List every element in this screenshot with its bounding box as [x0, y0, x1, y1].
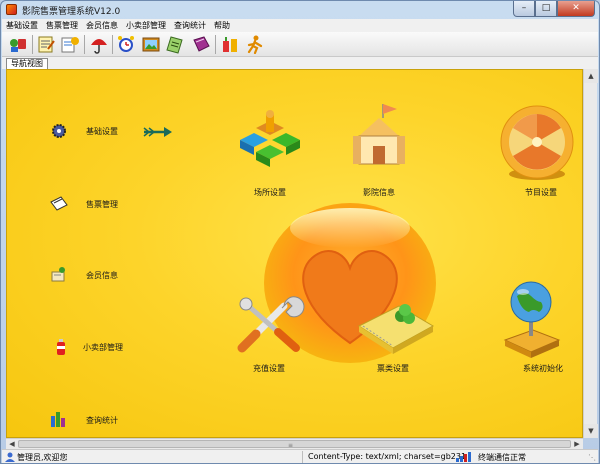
menu-bar: 基础设置 售票管理 会员信息 小卖部管理 查询统计 帮助 — [2, 19, 598, 32]
alarm-clock-icon[interactable] — [116, 35, 136, 54]
program-disc-icon — [500, 105, 574, 180]
window-controls: – □ ✕ — [513, 1, 595, 17]
close-button[interactable]: ✕ — [557, 1, 595, 17]
tools-icon — [237, 296, 305, 353]
sidebar-item-label: 查询统计 — [86, 416, 118, 425]
app-window: 影院售票管理系统V12.0 – □ ✕ 基础设置 售票管理 会员信息 小卖部管理… — [0, 0, 600, 464]
ticket-icon — [50, 196, 68, 211]
menu-help[interactable]: 帮助 — [210, 19, 234, 32]
title-bar: 影院售票管理系统V12.0 – □ ✕ — [1, 1, 599, 19]
toolbar-separator — [32, 35, 33, 54]
sidebar-item-label: 会员信息 — [86, 271, 118, 280]
gear-icon — [52, 124, 66, 138]
bar-chart-icon — [51, 412, 65, 427]
scroll-down-arrow[interactable]: ▼ — [584, 424, 598, 438]
window-title: 影院售票管理系统V12.0 — [22, 7, 121, 17]
cinema-building-icon — [353, 104, 405, 165]
sidebar-item-label: 小卖部管理 — [83, 343, 123, 352]
tile-label: 场所设置 — [254, 188, 286, 197]
globe-icon — [503, 281, 561, 358]
toolbar-separator — [215, 35, 216, 54]
user-icon — [5, 452, 15, 462]
horizontal-scrollbar[interactable]: ◀ ≡ ▶ — [6, 438, 583, 449]
report-icon[interactable] — [60, 35, 80, 54]
tile-label: 票类设置 — [377, 364, 409, 373]
toolbar-separator — [84, 35, 85, 54]
members-icon — [51, 267, 65, 282]
venue-blocks-icon — [240, 110, 300, 167]
tab-strip: 导航视图 — [2, 57, 598, 69]
document-edit-icon[interactable] — [36, 35, 56, 54]
exit-running-man-icon[interactable] — [245, 35, 265, 54]
arrow-right-icon — [143, 127, 172, 137]
snack-icon — [57, 339, 65, 355]
gift-bottle-icon[interactable] — [220, 35, 240, 54]
tile-label: 系统初始化 — [523, 364, 563, 373]
vertical-scrollbar[interactable]: ▲ ▼ — [583, 69, 598, 438]
book-icon[interactable] — [191, 35, 211, 54]
resize-grip-icon[interactable]: ⋱ — [588, 453, 596, 462]
minimize-button[interactable]: – — [513, 1, 535, 17]
picture-icon[interactable] — [141, 35, 161, 54]
toolbar — [2, 32, 598, 57]
umbrella-icon[interactable] — [89, 35, 109, 54]
ticket-book-icon — [357, 304, 435, 354]
status-user: 管理员,欢迎您 — [17, 453, 68, 462]
sidebar-item-label: 售票管理 — [86, 200, 118, 209]
toolbar-separator — [112, 35, 113, 54]
status-content-type: Content-Type: text/xml; charset=gb231 — [308, 452, 467, 461]
switch-user-icon[interactable] — [8, 35, 28, 54]
menu-basic-settings[interactable]: 基础设置 — [2, 19, 42, 32]
tile-label: 影院信息 — [363, 188, 395, 197]
maximize-button[interactable]: □ — [535, 1, 557, 17]
menu-member-info[interactable]: 会员信息 — [82, 19, 122, 32]
tile-label: 充值设置 — [253, 364, 285, 373]
sidebar-item-label: 基础设置 — [86, 127, 118, 136]
menu-ticket-management[interactable]: 售票管理 — [42, 19, 82, 32]
scroll-up-arrow[interactable]: ▲ — [584, 69, 598, 83]
horizontal-scroll-thumb[interactable]: ≡ — [18, 440, 571, 449]
menu-snack-management[interactable]: 小卖部管理 — [122, 19, 170, 32]
navigation-panel: 基础设置 售票管理 会员信息 小卖部管理 查询统计 场所设置 影院信息 节目设置… — [6, 69, 583, 438]
tab-navigation-view[interactable]: 导航视图 — [6, 58, 48, 69]
notepad-icon[interactable] — [166, 35, 186, 54]
status-bar: 管理员,欢迎您 Content-Type: text/xml; charset=… — [2, 449, 598, 463]
status-separator — [302, 451, 303, 463]
status-connection: 终端通信正常 — [478, 453, 526, 462]
tile-label: 节目设置 — [525, 188, 557, 197]
menu-query-stats[interactable]: 查询统计 — [170, 19, 210, 32]
app-icon — [6, 4, 17, 15]
signal-icon — [456, 452, 471, 462]
